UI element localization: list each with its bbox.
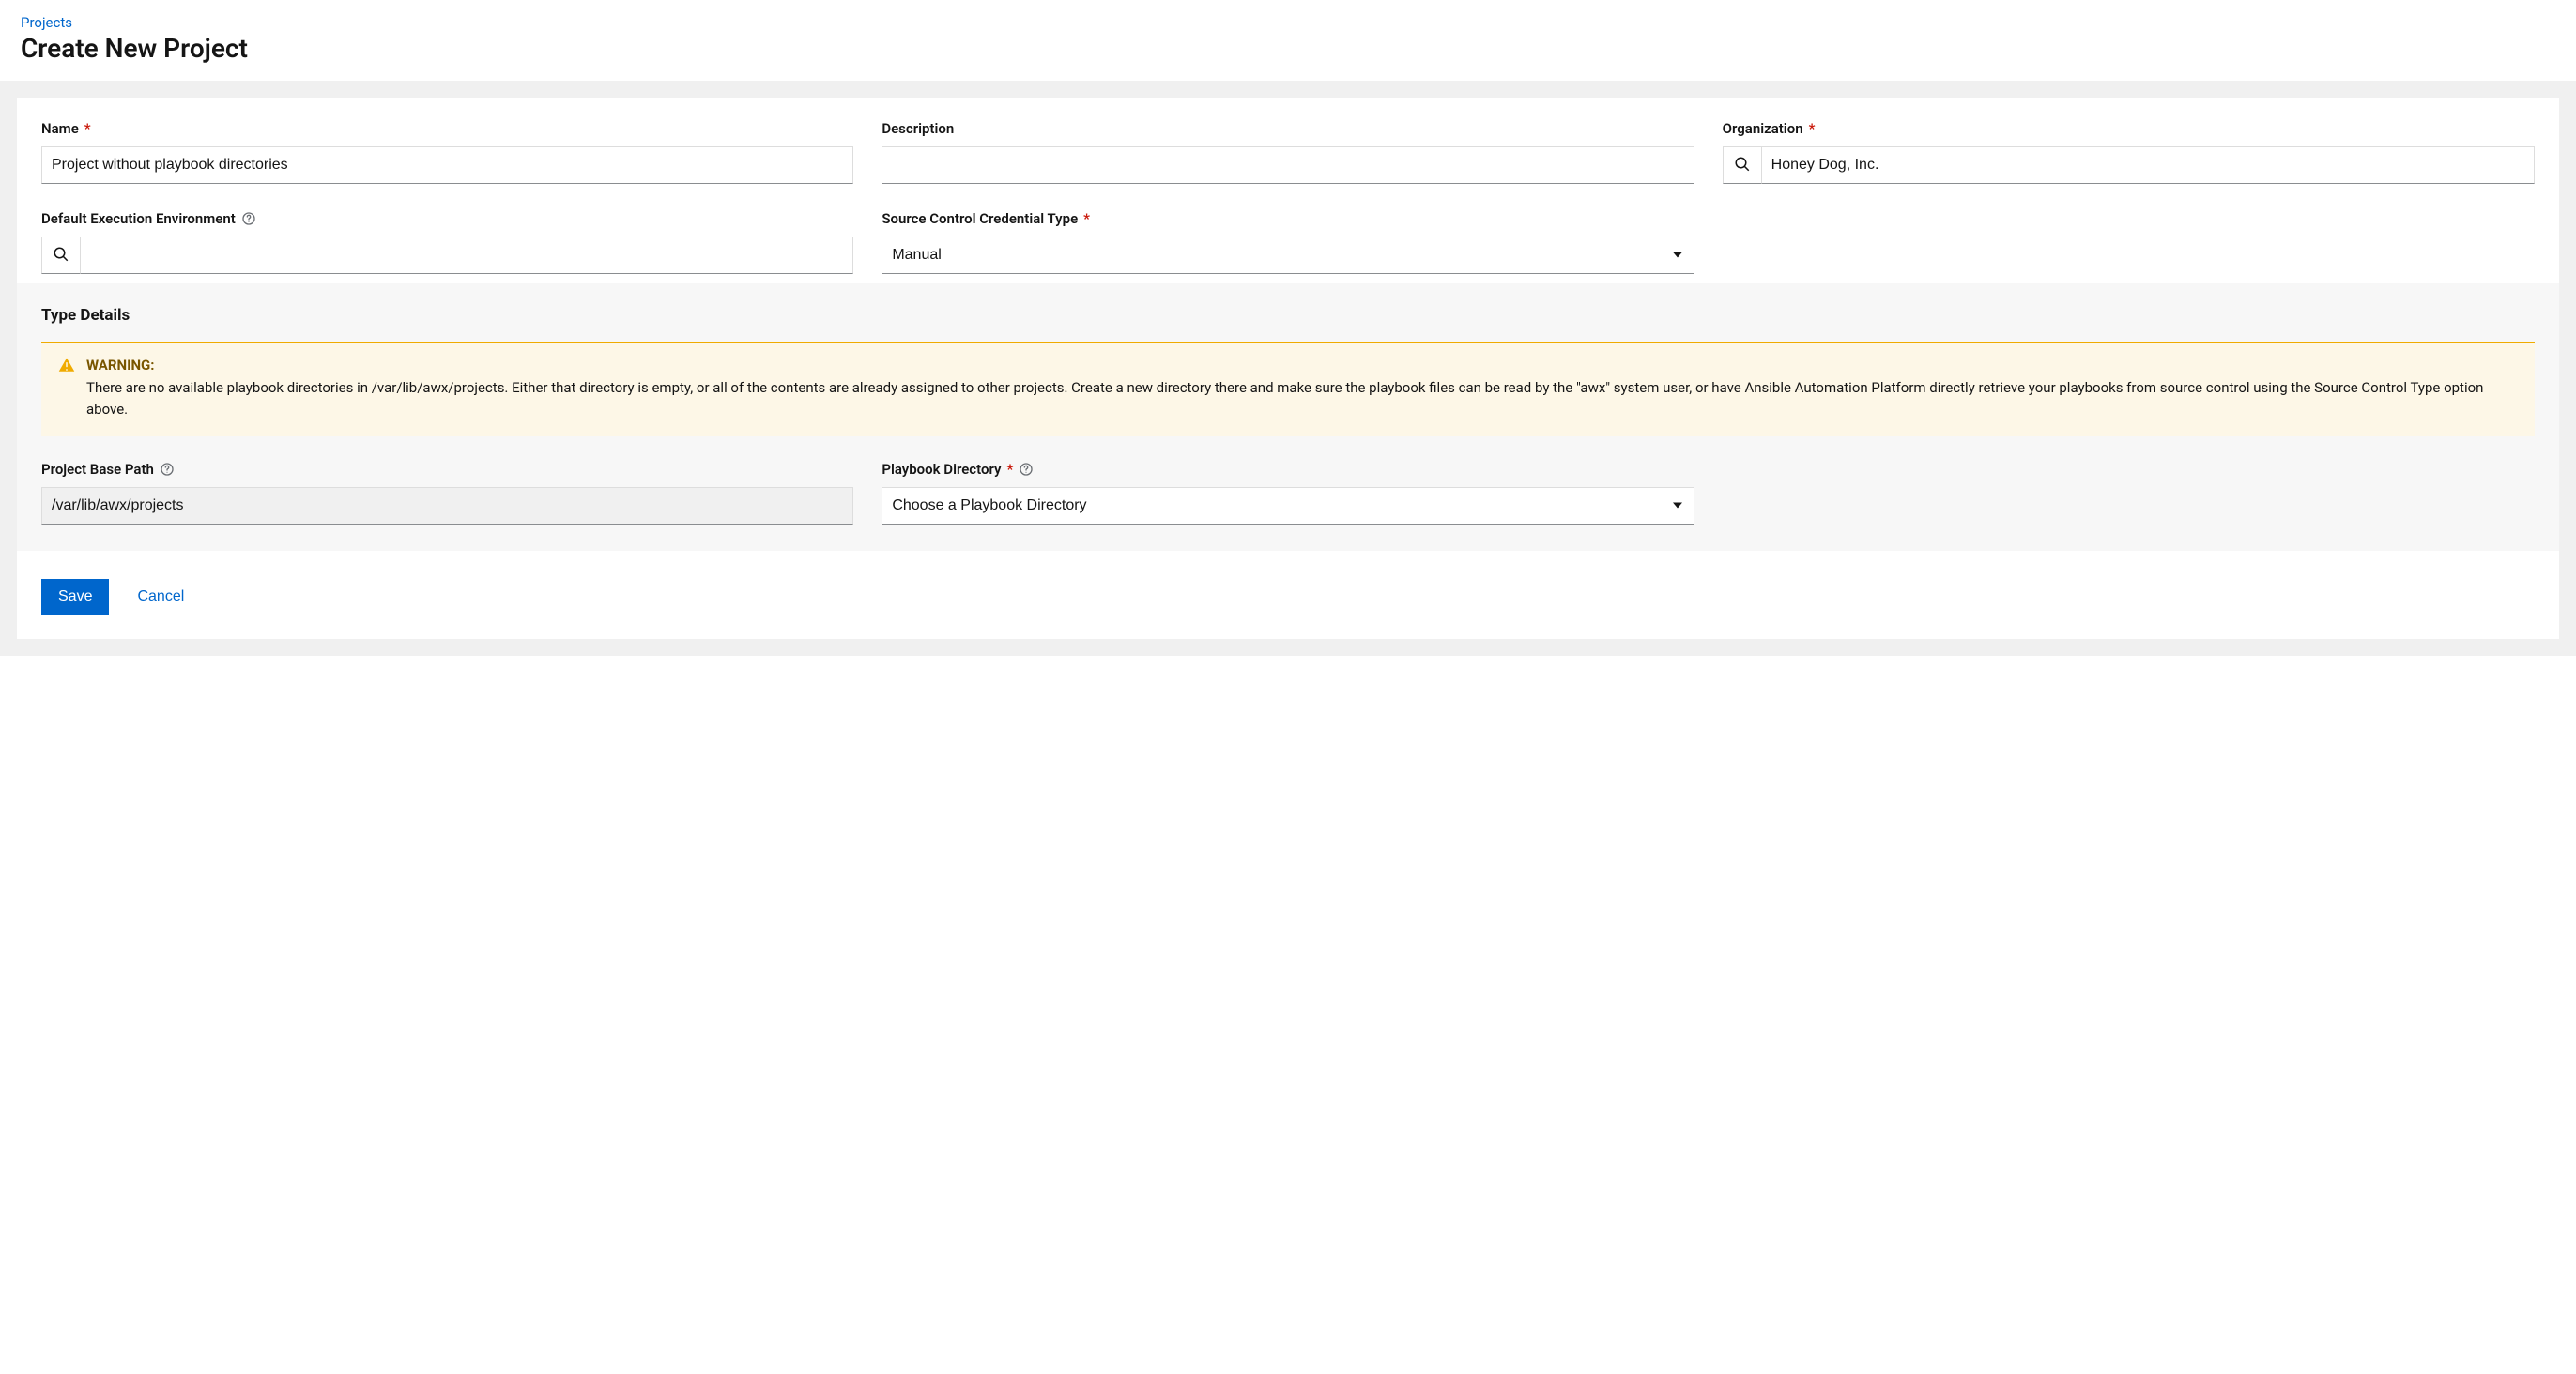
type-details-grid: Project Base Path Playbook Directory * — [41, 461, 2535, 525]
field-name: Name * — [41, 120, 853, 184]
organization-lookup — [1723, 146, 2535, 184]
label-playbook-dir: Playbook Directory * — [882, 461, 1694, 478]
form-card: Name * Description Organization * — [17, 98, 2559, 639]
field-project-base-path: Project Base Path — [41, 461, 853, 525]
label-name: Name * — [41, 120, 853, 137]
cancel-button[interactable]: Cancel — [137, 588, 184, 605]
default-ee-input[interactable] — [81, 237, 853, 274]
playbook-dir-select[interactable]: Choose a Playbook Directory — [882, 487, 1694, 525]
form-section: Name * Description Organization * — [17, 98, 2559, 283]
page-header: Projects Create New Project — [0, 0, 2576, 81]
description-input[interactable] — [882, 146, 1694, 184]
playbook-dir-select-button[interactable]: Choose a Playbook Directory — [882, 487, 1694, 525]
label-text: Source Control Credential Type — [882, 210, 1078, 227]
header-left: Projects Create New Project — [21, 13, 248, 64]
label-text: Name — [41, 120, 79, 137]
label-text: Playbook Directory — [882, 461, 1001, 478]
page-body: Name * Description Organization * — [0, 81, 2576, 656]
required-mark: * — [84, 120, 91, 137]
breadcrumb-parent[interactable]: Projects — [21, 14, 72, 31]
organization-input[interactable] — [1762, 146, 2535, 184]
field-playbook-dir: Playbook Directory * Choose a Playbook D… — [882, 461, 1694, 525]
label-description: Description — [882, 120, 1694, 137]
default-ee-lookup — [41, 237, 853, 274]
project-base-path-input — [41, 487, 853, 525]
warning-title: WARNING: — [86, 357, 2518, 374]
label-text: Default Execution Environment — [41, 210, 236, 227]
warning-text: There are no available playbook director… — [86, 377, 2518, 421]
help-icon[interactable] — [241, 211, 256, 226]
spacer — [1723, 461, 2535, 525]
help-icon[interactable] — [160, 462, 175, 477]
spacer — [1723, 210, 2535, 274]
help-icon[interactable] — [1019, 462, 1034, 477]
warning-alert: WARNING: There are no available playbook… — [41, 342, 2535, 436]
label-text: Description — [882, 120, 954, 137]
label-organization: Organization * — [1723, 120, 2535, 137]
field-default-ee: Default Execution Environment — [41, 210, 853, 274]
save-button[interactable]: Save — [41, 579, 109, 615]
sc-type-select-button[interactable]: Manual — [882, 237, 1694, 274]
organization-search-button[interactable] — [1723, 146, 1762, 184]
required-mark: * — [1083, 210, 1090, 227]
search-icon — [53, 246, 69, 266]
label-text: Organization — [1723, 120, 1803, 137]
type-details-title: Type Details — [41, 306, 2535, 325]
warning-icon — [58, 357, 75, 421]
page: Projects Create New Project Name * — [0, 0, 2576, 656]
required-mark: * — [1006, 461, 1013, 478]
warning-content: WARNING: There are no available playbook… — [86, 357, 2518, 421]
label-default-ee: Default Execution Environment — [41, 210, 853, 227]
field-sc-type: Source Control Credential Type * Manual — [882, 210, 1694, 274]
required-mark: * — [1809, 120, 1816, 137]
search-icon — [1734, 156, 1751, 176]
name-input[interactable] — [41, 146, 853, 184]
label-sc-type: Source Control Credential Type * — [882, 210, 1694, 227]
field-description: Description — [882, 120, 1694, 184]
label-project-base-path: Project Base Path — [41, 461, 853, 478]
default-ee-search-button[interactable] — [41, 237, 81, 274]
label-text: Project Base Path — [41, 461, 154, 478]
field-organization: Organization * — [1723, 120, 2535, 184]
form-actions: Save Cancel — [17, 551, 2559, 639]
page-title: Create New Project — [21, 33, 248, 64]
sc-type-select[interactable]: Manual — [882, 237, 1694, 274]
type-details-section: Type Details WARNING: There are no avail… — [17, 283, 2559, 551]
